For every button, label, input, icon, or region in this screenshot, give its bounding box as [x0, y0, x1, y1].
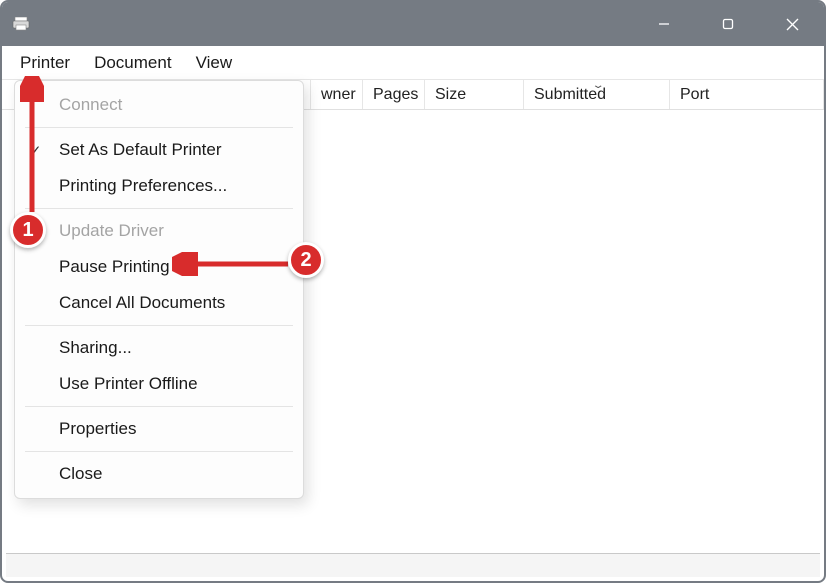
menu-separator — [25, 127, 293, 128]
menu-separator — [25, 208, 293, 209]
printer-icon — [12, 17, 30, 31]
col-owner[interactable]: wner — [311, 80, 363, 109]
check-icon: ✓ — [29, 142, 42, 160]
menu-cancel-all[interactable]: Cancel All Documents — [15, 285, 303, 321]
printer-menu-dropdown: Connect ✓ Set As Default Printer Printin… — [14, 80, 304, 499]
col-size[interactable]: Size — [425, 80, 524, 109]
menu-close[interactable]: Close — [15, 456, 303, 492]
col-submitted[interactable]: Submitted ⌄ — [524, 80, 670, 109]
col-port[interactable]: Port — [670, 80, 824, 109]
menu-separator — [25, 325, 293, 326]
annotation-badge-2: 2 — [288, 242, 324, 278]
annotation-badge-1: 1 — [10, 212, 46, 248]
close-button[interactable] — [760, 2, 824, 46]
chevron-down-icon: ⌄ — [591, 80, 604, 91]
menu-update-driver: Update Driver — [15, 213, 303, 249]
menu-pause-printing[interactable]: Pause Printing — [15, 249, 303, 285]
maximize-button[interactable] — [696, 2, 760, 46]
menu-separator — [25, 406, 293, 407]
menu-printing-preferences[interactable]: Printing Preferences... — [15, 168, 303, 204]
menubar: Printer Document View — [2, 46, 824, 80]
menu-sharing[interactable]: Sharing... — [15, 330, 303, 366]
status-bar — [6, 553, 820, 577]
menu-properties[interactable]: Properties — [15, 411, 303, 447]
col-pages[interactable]: Pages — [363, 80, 425, 109]
menu-set-default[interactable]: ✓ Set As Default Printer — [15, 132, 303, 168]
menu-connect: Connect — [15, 87, 303, 123]
menu-document[interactable]: Document — [82, 49, 183, 77]
menu-separator — [25, 451, 293, 452]
menu-view[interactable]: View — [184, 49, 245, 77]
window-titlebar — [2, 2, 824, 46]
minimize-button[interactable] — [632, 2, 696, 46]
menu-printer[interactable]: Printer — [8, 49, 82, 77]
menu-use-offline[interactable]: Use Printer Offline — [15, 366, 303, 402]
